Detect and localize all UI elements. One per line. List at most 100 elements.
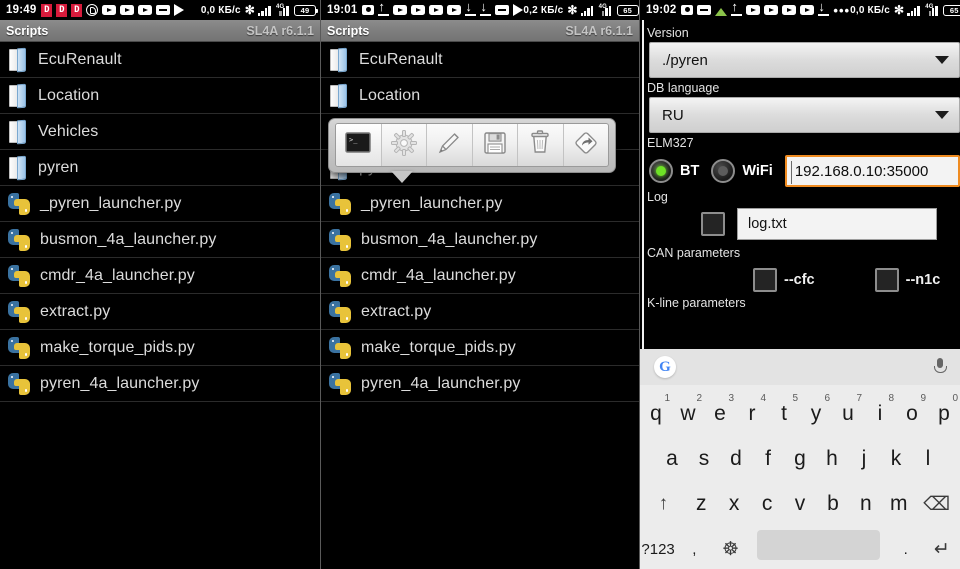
bluetooth-icon: ✻ xyxy=(567,3,578,17)
key-i[interactable]: 8i xyxy=(864,393,896,426)
enter-key[interactable]: ↵ xyxy=(924,529,960,561)
key-label: k xyxy=(890,447,902,470)
context-menu-button-pencil[interactable] xyxy=(427,124,473,166)
list-item-label: _pyren_launcher.py xyxy=(361,194,503,212)
sl4a-title-bar-2: Scripts SL4A r6.1.1 xyxy=(321,20,639,42)
list-item[interactable]: pyren_4a_launcher.py xyxy=(321,366,639,402)
backspace-key[interactable]: ⌫ xyxy=(915,484,958,516)
list-item[interactable]: pyren xyxy=(0,150,320,186)
key-m[interactable]: m xyxy=(882,483,915,516)
context-menu-button-terminal[interactable]: >_ xyxy=(336,124,382,166)
key-p[interactable]: 0p xyxy=(928,393,960,426)
key-h[interactable]: h xyxy=(816,438,848,471)
key-f[interactable]: f xyxy=(752,438,784,471)
list-item[interactable]: busmon_4a_launcher.py xyxy=(0,222,320,258)
list-item[interactable]: EcuRenault xyxy=(321,42,639,78)
shift-key[interactable]: ↑ xyxy=(642,484,685,515)
key-num-hint: 7 xyxy=(856,393,862,404)
key-j[interactable]: j xyxy=(848,438,880,471)
key-l[interactable]: l xyxy=(912,438,944,471)
key-label: g xyxy=(794,447,806,470)
panel-pyren-settings: 19:02 ••• 0,0 КБ/с ✻ 4G 65 xyxy=(640,0,960,569)
signal-icon-2: 4G xyxy=(599,4,614,16)
key-y[interactable]: 6y xyxy=(800,393,832,426)
key-r[interactable]: 4r xyxy=(736,393,768,426)
key-b[interactable]: b xyxy=(816,483,849,516)
context-menu-button-share[interactable] xyxy=(564,124,609,166)
youtube-icon xyxy=(120,5,135,15)
elm327-address-input[interactable]: 192.168.0.10:35000 xyxy=(784,155,960,187)
key-num-hint: 4 xyxy=(760,393,766,404)
list-item[interactable]: make_torque_pids.py xyxy=(321,330,639,366)
battery-icon: 49 xyxy=(294,4,319,16)
list-item[interactable]: cmdr_4a_launcher.py xyxy=(0,258,320,294)
file-list-2[interactable]: EcuRenaultLocationVehiclespyren_pyren_la… xyxy=(321,42,639,402)
key-w[interactable]: 2w xyxy=(672,393,704,426)
db-language-dropdown[interactable]: RU xyxy=(649,97,960,133)
key-n[interactable]: n xyxy=(849,483,882,516)
camera-icon xyxy=(362,5,375,15)
key-g[interactable]: g xyxy=(784,438,816,471)
key-o[interactable]: 9o xyxy=(896,393,928,426)
google-logo-icon[interactable]: G xyxy=(654,356,676,378)
radio-wifi[interactable] xyxy=(711,159,736,183)
space-key[interactable] xyxy=(756,529,880,560)
context-menu-button-floppy-disk[interactable] xyxy=(473,124,518,166)
radio-bt[interactable] xyxy=(649,159,673,183)
list-item[interactable]: _pyren_launcher.py xyxy=(321,186,639,222)
context-menu-button-trash[interactable] xyxy=(518,124,564,166)
log-filename-input[interactable]: log.txt xyxy=(737,208,937,240)
key-k[interactable]: k xyxy=(880,438,912,471)
youtube-icon xyxy=(746,5,761,15)
comma-key[interactable]: , xyxy=(676,532,712,558)
list-item[interactable]: EcuRenault xyxy=(0,42,320,78)
list-item-label: busmon_4a_launcher.py xyxy=(40,230,217,248)
n1c-checkbox[interactable] xyxy=(874,268,899,292)
key-u[interactable]: 7u xyxy=(832,393,864,426)
key-label: j xyxy=(861,447,867,470)
list-item[interactable]: make_torque_pids.py xyxy=(0,330,320,366)
play-store-icon xyxy=(513,4,524,16)
key-v[interactable]: v xyxy=(784,483,817,516)
python-file-icon xyxy=(329,300,351,323)
signal-icon-1 xyxy=(907,5,922,16)
language-key[interactable]: ☸ xyxy=(712,529,748,561)
list-item[interactable]: pyren_4a_launcher.py xyxy=(0,366,320,402)
key-x[interactable]: x xyxy=(718,483,751,516)
key-label: t xyxy=(781,402,787,425)
key-d[interactable]: d xyxy=(720,438,752,471)
key-q[interactable]: 1q xyxy=(640,393,672,426)
list-item[interactable]: cmdr_4a_launcher.py xyxy=(321,258,639,294)
key-s[interactable]: s xyxy=(688,438,720,471)
log-label: Log xyxy=(647,190,668,204)
list-item[interactable]: Vehicles xyxy=(0,114,320,150)
key-label: q xyxy=(650,402,662,425)
key-a[interactable]: a xyxy=(656,438,688,471)
cfc-checkbox[interactable] xyxy=(753,268,777,292)
list-item[interactable]: extract.py xyxy=(321,294,639,330)
key-label: l xyxy=(925,447,931,470)
youtube-icon xyxy=(138,5,153,15)
key-t[interactable]: 5t xyxy=(768,393,800,426)
folder-icon xyxy=(8,155,28,180)
period-key[interactable]: . xyxy=(888,532,924,558)
version-dropdown[interactable]: ./pyren xyxy=(649,42,960,78)
version-value: ./pyren xyxy=(662,51,708,69)
key-z[interactable]: z xyxy=(685,483,718,516)
log-checkbox[interactable] xyxy=(701,212,725,236)
list-item[interactable]: _pyren_launcher.py xyxy=(0,186,320,222)
key-c[interactable]: c xyxy=(751,483,784,516)
list-item[interactable]: extract.py xyxy=(0,294,320,330)
microphone-icon[interactable] xyxy=(933,357,947,377)
list-item[interactable]: busmon_4a_launcher.py xyxy=(321,222,639,258)
symbols-key[interactable]: ?123 xyxy=(640,532,676,558)
status-bar-1: 19:49 D D D 0,0 КБ/с ✻ 4G 49 xyxy=(0,0,320,20)
list-item[interactable]: Location xyxy=(321,78,639,114)
context-menu-button-gear[interactable] xyxy=(382,124,427,166)
key-label: , xyxy=(692,540,697,558)
list-item-label: extract.py xyxy=(361,302,432,320)
list-item[interactable]: Location xyxy=(0,78,320,114)
file-list-1[interactable]: EcuRenault Location Vehicles pyren _pyren_la… xyxy=(0,42,320,402)
key-e[interactable]: 3e xyxy=(704,393,736,426)
chevron-down-icon xyxy=(935,56,949,64)
